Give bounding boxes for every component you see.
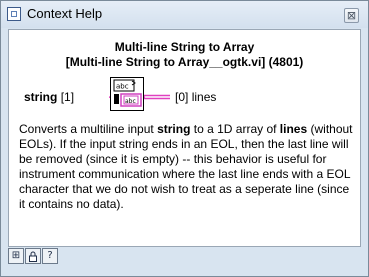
context-help-window: Context Help ⊠ Multi-line String to Arra… [0, 0, 369, 277]
hierarchy-icon[interactable]: ⊞ [8, 248, 24, 264]
title-bar[interactable]: Context Help ⊠ [1, 1, 368, 28]
function-path: [Multi-line String to Array__ogtk.vi] (4… [65, 55, 304, 69]
description-text-2: to a 1D array of [190, 122, 280, 136]
lock-icon[interactable] [25, 248, 41, 264]
output-terminal-label: [0] lines [175, 90, 216, 104]
input-terminal-name: string [24, 90, 58, 104]
window-icon [7, 7, 21, 21]
window-title: Context Help [27, 6, 103, 21]
help-content: Multi-line String to Array [Multi-line S… [8, 29, 361, 247]
help-description: Converts a multiline input string to a 1… [19, 122, 355, 212]
description-bold-lines: lines [279, 122, 308, 136]
vi-icon[interactable]: abc abc [110, 77, 144, 111]
output-terminal-index: [0] [175, 90, 189, 104]
svg-text:abc: abc [125, 98, 136, 105]
description-text-1: Converts a multiline input [19, 122, 158, 136]
input-terminal-index: [1] [60, 90, 75, 104]
help-icon[interactable]: ? [42, 248, 58, 264]
output-terminal-name: lines [191, 90, 217, 104]
input-terminal-label: string [1] [24, 90, 74, 104]
description-bold-string: string [157, 122, 191, 136]
close-button[interactable]: ⊠ [344, 8, 359, 23]
output-wire [144, 94, 170, 100]
function-name: Multi-line String to Array [114, 40, 255, 54]
svg-text:abc: abc [116, 83, 129, 91]
help-toolbar: ⊞ ? [8, 248, 68, 268]
